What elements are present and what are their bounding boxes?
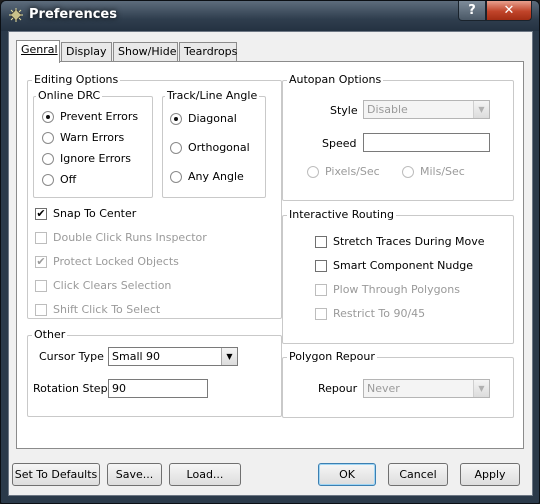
radio-button[interactable] (42, 174, 54, 186)
check-protect-locked-objects[interactable]: ✔ Protect Locked Objects (35, 254, 179, 270)
set-to-defaults-button[interactable]: Set To Defaults (12, 463, 100, 486)
help-button[interactable]: ? (458, 1, 486, 21)
checkbox[interactable]: ✔ (35, 256, 47, 268)
editing-options-group: Editing Options Online DRC Prevent Error… (27, 73, 282, 319)
track-angle-group: Track/Line Angle Diagonal Orthogonal Any… (162, 89, 266, 198)
radio-button[interactable] (170, 113, 182, 125)
check-snap-to-center[interactable]: ✔ Snap To Center (35, 206, 136, 222)
track-angle-title: Track/Line Angle (165, 89, 260, 103)
other-group: Other Cursor Type Small 90 ▼ Rotation St… (27, 328, 282, 417)
checkbox[interactable] (315, 236, 327, 248)
rotation-step-label: Rotation Step (33, 382, 108, 395)
window-title: Preferences (29, 7, 117, 22)
check-double-click-inspector[interactable]: Double Click Runs Inspector (35, 230, 207, 246)
checkbox[interactable] (35, 232, 47, 244)
tab-display[interactable]: Display (61, 42, 112, 62)
interactive-routing-title: Interactive Routing (287, 208, 396, 222)
repour-label: Repour (318, 382, 358, 395)
check-plow-through-polygons[interactable]: Plow Through Polygons (315, 282, 460, 298)
style-select[interactable]: Disable ▼ (363, 100, 490, 119)
radio-orthogonal[interactable]: Orthogonal (170, 140, 250, 156)
checkbox[interactable] (315, 260, 327, 272)
general-tab-panel: Editing Options Online DRC Prevent Error… (16, 61, 524, 449)
rotation-step-input[interactable]: 90 (108, 379, 208, 398)
polygon-repour-title: Polygon Repour (287, 350, 377, 364)
speed-input[interactable] (363, 133, 490, 152)
checkbox[interactable] (35, 304, 47, 316)
repour-select[interactable]: Never ▼ (363, 379, 490, 398)
radio-button[interactable] (307, 166, 319, 178)
tab-general[interactable]: Genral (16, 40, 60, 63)
chevron-down-icon[interactable]: ▼ (473, 380, 489, 397)
radio-diagonal[interactable]: Diagonal (170, 111, 237, 127)
radio-button[interactable] (42, 153, 54, 165)
checkbox[interactable]: ✔ (35, 208, 47, 220)
autopan-options-group: Autopan Options Style Disable ▼ Speed Pi… (282, 73, 514, 201)
checkbox[interactable] (315, 284, 327, 296)
interactive-routing-group: Interactive Routing Stretch Traces Durin… (282, 208, 514, 344)
other-title: Other (32, 328, 68, 342)
save-button[interactable]: Save... (107, 463, 162, 486)
check-click-clears-selection[interactable]: Click Clears Selection (35, 278, 171, 294)
chip-icon (9, 8, 23, 22)
radio-pixels-per-sec[interactable]: Pixels/Sec (307, 164, 380, 180)
check-smart-component-nudge[interactable]: Smart Component Nudge (315, 258, 473, 274)
chevron-down-icon[interactable]: ▼ (473, 101, 489, 118)
checkbox[interactable] (315, 308, 327, 320)
online-drc-title: Online DRC (36, 89, 103, 103)
radio-button[interactable] (170, 142, 182, 154)
dialog-body: Genral Display Show/Hide Teardrops Editi… (8, 31, 533, 496)
ok-button[interactable]: OK (318, 463, 376, 486)
apply-button[interactable]: Apply (460, 463, 520, 486)
radio-warn-errors[interactable]: Warn Errors (42, 130, 124, 146)
cursor-type-label: Cursor Type (39, 350, 104, 363)
check-stretch-traces[interactable]: Stretch Traces During Move (315, 234, 485, 250)
checkbox[interactable] (35, 280, 47, 292)
radio-button[interactable] (42, 132, 54, 144)
preferences-window: Preferences ? ✕ Genral Display Show/Hide… (0, 0, 540, 504)
tab-show-hide[interactable]: Show/Hide (113, 42, 178, 62)
radio-off[interactable]: Off (42, 172, 76, 188)
radio-button[interactable] (170, 171, 182, 183)
tab-teardrops[interactable]: Teardrops (179, 42, 237, 62)
speed-label: Speed (322, 137, 357, 150)
radio-prevent-errors[interactable]: Prevent Errors (42, 109, 138, 125)
style-label: Style (330, 104, 358, 117)
radio-any-angle[interactable]: Any Angle (170, 169, 244, 185)
polygon-repour-group: Polygon Repour Repour Never ▼ (282, 350, 514, 418)
chevron-down-icon[interactable]: ▼ (221, 348, 237, 365)
title-bar[interactable]: Preferences ? ✕ (1, 1, 539, 31)
radio-ignore-errors[interactable]: Ignore Errors (42, 151, 131, 167)
cursor-type-select[interactable]: Small 90 ▼ (108, 347, 238, 366)
cancel-button[interactable]: Cancel (388, 463, 448, 486)
close-button[interactable]: ✕ (486, 1, 532, 21)
radio-mils-per-sec[interactable]: Mils/Sec (402, 164, 465, 180)
check-restrict-90-45[interactable]: Restrict To 90/45 (315, 306, 425, 322)
radio-button[interactable] (42, 111, 54, 123)
load-button[interactable]: Load... (169, 463, 241, 486)
editing-options-title: Editing Options (32, 73, 121, 87)
online-drc-group: Online DRC Prevent Errors Warn Errors Ig… (33, 89, 153, 198)
check-shift-click-select[interactable]: Shift Click To Select (35, 302, 160, 318)
autopan-options-title: Autopan Options (287, 73, 384, 87)
radio-button[interactable] (402, 166, 414, 178)
